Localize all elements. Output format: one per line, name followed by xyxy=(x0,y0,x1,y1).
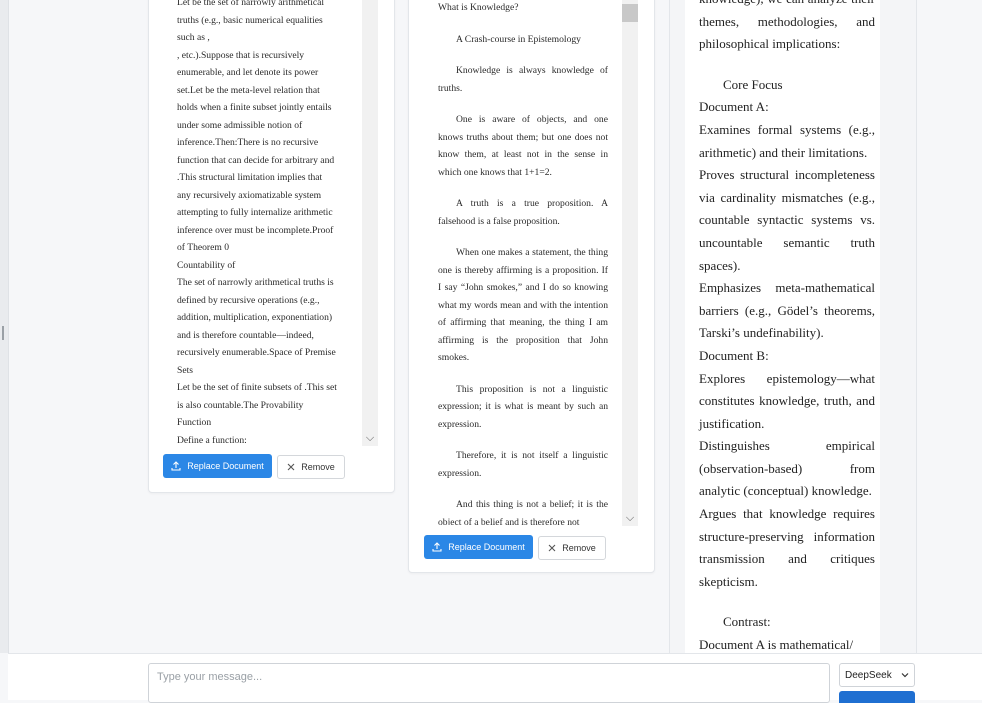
document-b-paragraph: Therefore, it is not itself a linguistic… xyxy=(438,450,608,479)
send-button[interactable] xyxy=(839,691,915,703)
analysis-paragraph: Distinguishes empirical (observation-bas… xyxy=(699,438,875,499)
document-a-line: attempting to fully internalize arithmet… xyxy=(177,207,333,218)
analysis-paragraph: knowledge), we can analyze their themes,… xyxy=(699,0,875,52)
document-a-line: function that can decide for arbitrary a… xyxy=(177,154,335,166)
document-a-line: such as , xyxy=(177,32,210,43)
scroll-thumb[interactable] xyxy=(622,4,638,22)
document-a-line: Let be the set of narrowly arithmetical xyxy=(177,0,325,8)
document-a-line: any recursively axiomatizable system xyxy=(177,189,322,201)
document-b-paragraph: A Crash-course in Epistemology xyxy=(456,33,581,45)
document-a-line: defined by recursive operations (e.g., xyxy=(177,294,320,306)
remove-label: Remove xyxy=(301,462,335,472)
upload-icon xyxy=(432,542,442,552)
document-a-line: and is therefore countable—indeed, xyxy=(177,329,314,341)
close-icon xyxy=(548,544,556,552)
model-select-value: DeepSeek xyxy=(845,669,892,681)
document-b-paragraph: And this thing is not a belief; it is th… xyxy=(438,499,608,525)
document-a-line: under some admissible notion of xyxy=(177,119,303,131)
document-a-line: Countability of xyxy=(177,259,236,271)
remove-document-a-button[interactable]: Remove xyxy=(277,455,345,479)
replace-document-a-button[interactable]: Replace Document xyxy=(163,454,272,478)
document-a-line: set.Let be the meta-level relation that xyxy=(177,84,320,96)
upload-icon xyxy=(171,461,181,471)
document-a-line: Define a function: xyxy=(177,434,247,446)
close-icon xyxy=(287,463,295,471)
document-a-line: enumerable, and let denote its power xyxy=(177,67,319,78)
analysis-paragraph: Explores epistemology—what constitutes k… xyxy=(699,370,875,431)
document-b-paragraph: What is Knowledge? xyxy=(438,2,519,13)
document-b-paragraph: Knowledge is always knowledge of truths. xyxy=(438,65,608,94)
chevron-down-icon[interactable]: ⌵ xyxy=(622,510,638,526)
document-b-paragraph: A truth is a true proposition. A falseho… xyxy=(438,198,608,227)
analysis-paragraph: Contrast: xyxy=(723,614,771,630)
document-a-line: inference.Then:There is no recursive xyxy=(177,137,319,148)
document-a-text: Let be the set of narrowly arithmetical t… xyxy=(177,0,347,448)
replace-document-label: Replace Document xyxy=(448,542,525,552)
document-a-line: is also countable.The Provability xyxy=(177,399,304,411)
chevron-down-icon[interactable]: ⌵ xyxy=(362,430,378,446)
resize-grip[interactable] xyxy=(2,326,4,340)
replace-document-b-button[interactable]: Replace Document xyxy=(424,535,533,559)
message-placeholder: Type your message... xyxy=(157,671,263,683)
document-a-line: inference over must be incomplete.Proof xyxy=(177,224,334,236)
analysis-paragraph: Examines formal systems (e.g., arithmeti… xyxy=(699,121,875,160)
analysis-paragraph: Core Focus xyxy=(723,76,783,92)
analysis-text: knowledge), we can analyze their themes,… xyxy=(699,0,875,657)
document-a-scrollbar[interactable]: ⌵ xyxy=(362,0,378,446)
document-a-line: The set of narrowly arithmetical truths … xyxy=(177,277,334,288)
document-b-text: What is Knowledge? A Crash-course in Epis… xyxy=(438,0,608,525)
analysis-paragraph: Document A: xyxy=(699,99,769,115)
document-a-line: Sets xyxy=(177,364,193,376)
analysis-paragraph: Emphasizes meta-mathematical barriers (e… xyxy=(699,280,875,341)
analysis-paragraph: Proves structural incompleteness via car… xyxy=(699,167,875,273)
document-a-line: , etc.).Suppose that is recursively xyxy=(177,49,305,61)
document-a-line: recursively enumerable.Space of Premise xyxy=(177,347,336,358)
left-sidebar-edge xyxy=(0,0,9,653)
model-select[interactable]: DeepSeek xyxy=(839,663,915,687)
chevron-down-icon xyxy=(901,673,909,678)
document-a-line: addition, multiplication, exponentiation… xyxy=(177,312,333,323)
document-a-line: Function xyxy=(177,417,212,428)
remove-document-b-button[interactable]: Remove xyxy=(538,536,606,560)
document-a-line: of Theorem 0 xyxy=(177,242,230,253)
document-a-line: Let be the set of finite subsets of .Thi… xyxy=(177,382,337,393)
analysis-paragraph: Argues that knowledge requires structure… xyxy=(699,506,875,589)
replace-document-label: Replace Document xyxy=(187,461,264,471)
document-b-paragraph: One is aware of objects, and one knows t… xyxy=(438,114,608,178)
document-a-line: truths (e.g., basic numerical equalities xyxy=(177,14,323,26)
document-a-line: holds when a finite subset jointly entai… xyxy=(177,102,332,113)
remove-label: Remove xyxy=(562,543,596,553)
document-b-paragraph: This proposition is not a linguistic exp… xyxy=(438,383,608,430)
document-a-line: .This structural limitation implies that xyxy=(177,172,323,183)
analysis-paragraph: Document B: xyxy=(699,347,769,363)
document-b-scrollbar[interactable]: ⌵ xyxy=(622,0,638,526)
document-b-paragraph: When one makes a statement, the thing on… xyxy=(438,247,608,363)
message-input[interactable]: Type your message... xyxy=(148,663,830,703)
